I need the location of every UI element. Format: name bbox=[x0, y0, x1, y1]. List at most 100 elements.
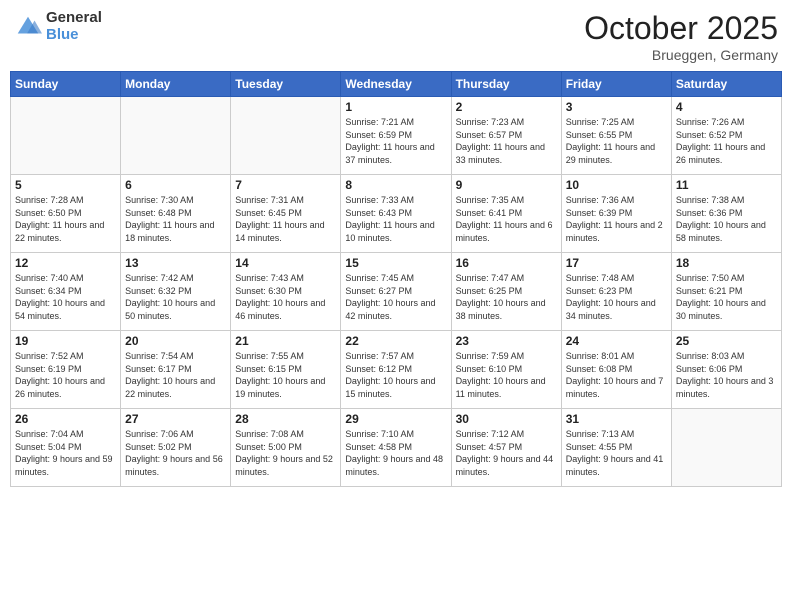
day-number: 6 bbox=[125, 178, 226, 192]
day-number: 7 bbox=[235, 178, 336, 192]
table-row: 14 Sunrise: 7:43 AM Sunset: 6:30 PM Dayli… bbox=[231, 253, 341, 331]
col-thursday: Thursday bbox=[451, 72, 561, 97]
table-row bbox=[671, 409, 781, 487]
table-row: 3 Sunrise: 7:25 AM Sunset: 6:55 PM Daylig… bbox=[561, 97, 671, 175]
day-info: Sunrise: 7:35 AM Sunset: 6:41 PM Dayligh… bbox=[456, 194, 557, 244]
table-row: 12Sunrise: 7:40 AM Sunset: 6:34 PM Dayli… bbox=[11, 253, 121, 331]
table-row: 20 Sunrise: 7:54 AM Sunset: 6:17 PM Dayli… bbox=[121, 331, 231, 409]
day-number: 3 bbox=[566, 100, 667, 114]
table-row bbox=[231, 97, 341, 175]
day-info: Sunrise: 7:21 AM Sunset: 6:59 PM Dayligh… bbox=[345, 116, 446, 166]
day-info: Sunrise: 7:08 AM Sunset: 5:00 PM Dayligh… bbox=[235, 428, 336, 478]
table-row: 10 Sunrise: 7:36 AM Sunset: 6:39 PM Dayli… bbox=[561, 175, 671, 253]
calendar-body: 1 Sunrise: 7:21 AM Sunset: 6:59 PM Daylig… bbox=[11, 97, 782, 487]
table-row: 22 Sunrise: 7:57 AM Sunset: 6:12 PM Dayli… bbox=[341, 331, 451, 409]
logo-blue: Blue bbox=[46, 27, 102, 44]
day-number: 28 bbox=[235, 412, 336, 426]
day-info: Sunrise: 7:13 AM Sunset: 4:55 PM Dayligh… bbox=[566, 428, 667, 478]
day-number: 24 bbox=[566, 334, 667, 348]
day-number: 20 bbox=[125, 334, 226, 348]
day-number: 26 bbox=[15, 412, 116, 426]
table-row: 24Sunrise: 8:01 AM Sunset: 6:08 PM Dayli… bbox=[561, 331, 671, 409]
day-info: Sunrise: 7:47 AM Sunset: 6:25 PM Dayligh… bbox=[456, 272, 557, 322]
table-row: 31 Sunrise: 7:13 AM Sunset: 4:55 PM Dayli… bbox=[561, 409, 671, 487]
day-number: 1 bbox=[345, 100, 446, 114]
col-friday: Friday bbox=[561, 72, 671, 97]
calendar-week-2: 5 Sunrise: 7:28 AM Sunset: 6:50 PM Daylig… bbox=[11, 175, 782, 253]
logo-icon bbox=[14, 13, 42, 41]
day-info: Sunrise: 7:04 AM Sunset: 5:04 PM Dayligh… bbox=[15, 428, 116, 478]
day-number: 29 bbox=[345, 412, 446, 426]
col-tuesday: Tuesday bbox=[231, 72, 341, 97]
col-wednesday: Wednesday bbox=[341, 72, 451, 97]
day-number: 19 bbox=[15, 334, 116, 348]
table-row: 23Sunrise: 7:59 AM Sunset: 6:10 PM Dayli… bbox=[451, 331, 561, 409]
table-row bbox=[11, 97, 121, 175]
page-header: General Blue October 2025 Brueggen, Germ… bbox=[10, 10, 782, 63]
table-row: 2 Sunrise: 7:23 AM Sunset: 6:57 PM Daylig… bbox=[451, 97, 561, 175]
day-info: Sunrise: 7:33 AM Sunset: 6:43 PM Dayligh… bbox=[345, 194, 446, 244]
day-info: Sunrise: 7:54 AM Sunset: 6:17 PM Dayligh… bbox=[125, 350, 226, 400]
day-number: 14 bbox=[235, 256, 336, 270]
day-info: Sunrise: 7:25 AM Sunset: 6:55 PM Dayligh… bbox=[566, 116, 667, 166]
calendar-table: Sunday Monday Tuesday Wednesday Thursday… bbox=[10, 71, 782, 487]
table-row: 29Sunrise: 7:10 AM Sunset: 4:58 PM Dayli… bbox=[341, 409, 451, 487]
day-info: Sunrise: 7:48 AM Sunset: 6:23 PM Dayligh… bbox=[566, 272, 667, 322]
table-row: 17 Sunrise: 7:48 AM Sunset: 6:23 PM Dayli… bbox=[561, 253, 671, 331]
calendar-week-4: 19 Sunrise: 7:52 AM Sunset: 6:19 PM Dayli… bbox=[11, 331, 782, 409]
day-number: 16 bbox=[456, 256, 557, 270]
day-number: 25 bbox=[676, 334, 777, 348]
table-row: 15Sunrise: 7:45 AM Sunset: 6:27 PM Dayli… bbox=[341, 253, 451, 331]
table-row: 7 Sunrise: 7:31 AM Sunset: 6:45 PM Daylig… bbox=[231, 175, 341, 253]
calendar-week-1: 1 Sunrise: 7:21 AM Sunset: 6:59 PM Daylig… bbox=[11, 97, 782, 175]
day-info: Sunrise: 7:40 AM Sunset: 6:34 PM Dayligh… bbox=[15, 272, 116, 322]
day-info: Sunrise: 7:38 AM Sunset: 6:36 PM Dayligh… bbox=[676, 194, 777, 244]
day-info: Sunrise: 7:06 AM Sunset: 5:02 PM Dayligh… bbox=[125, 428, 226, 478]
day-info: Sunrise: 7:52 AM Sunset: 6:19 PM Dayligh… bbox=[15, 350, 116, 400]
day-info: Sunrise: 7:12 AM Sunset: 4:57 PM Dayligh… bbox=[456, 428, 557, 478]
title-area: October 2025 Brueggen, Germany bbox=[584, 10, 778, 63]
day-info: Sunrise: 7:31 AM Sunset: 6:45 PM Dayligh… bbox=[235, 194, 336, 244]
day-info: Sunrise: 7:26 AM Sunset: 6:52 PM Dayligh… bbox=[676, 116, 777, 166]
day-number: 13 bbox=[125, 256, 226, 270]
header-row: Sunday Monday Tuesday Wednesday Thursday… bbox=[11, 72, 782, 97]
table-row bbox=[121, 97, 231, 175]
table-row: 30Sunrise: 7:12 AM Sunset: 4:57 PM Dayli… bbox=[451, 409, 561, 487]
table-row: 11 Sunrise: 7:38 AM Sunset: 6:36 PM Dayli… bbox=[671, 175, 781, 253]
table-row: 18 Sunrise: 7:50 AM Sunset: 6:21 PM Dayli… bbox=[671, 253, 781, 331]
day-info: Sunrise: 7:57 AM Sunset: 6:12 PM Dayligh… bbox=[345, 350, 446, 400]
table-row: 13Sunrise: 7:42 AM Sunset: 6:32 PM Dayli… bbox=[121, 253, 231, 331]
day-info: Sunrise: 7:55 AM Sunset: 6:15 PM Dayligh… bbox=[235, 350, 336, 400]
day-number: 9 bbox=[456, 178, 557, 192]
day-number: 23 bbox=[456, 334, 557, 348]
table-row: 19 Sunrise: 7:52 AM Sunset: 6:19 PM Dayli… bbox=[11, 331, 121, 409]
col-monday: Monday bbox=[121, 72, 231, 97]
day-info: Sunrise: 7:30 AM Sunset: 6:48 PM Dayligh… bbox=[125, 194, 226, 244]
day-number: 10 bbox=[566, 178, 667, 192]
day-info: Sunrise: 7:36 AM Sunset: 6:39 PM Dayligh… bbox=[566, 194, 667, 244]
day-info: Sunrise: 7:45 AM Sunset: 6:27 PM Dayligh… bbox=[345, 272, 446, 322]
day-number: 31 bbox=[566, 412, 667, 426]
day-number: 18 bbox=[676, 256, 777, 270]
day-info: Sunrise: 7:28 AM Sunset: 6:50 PM Dayligh… bbox=[15, 194, 116, 244]
table-row: 5 Sunrise: 7:28 AM Sunset: 6:50 PM Daylig… bbox=[11, 175, 121, 253]
logo-text: General Blue bbox=[46, 10, 102, 43]
day-number: 22 bbox=[345, 334, 446, 348]
day-number: 11 bbox=[676, 178, 777, 192]
table-row: 27 Sunrise: 7:06 AM Sunset: 5:02 PM Dayli… bbox=[121, 409, 231, 487]
day-info: Sunrise: 7:23 AM Sunset: 6:57 PM Dayligh… bbox=[456, 116, 557, 166]
table-row: 25 Sunrise: 8:03 AM Sunset: 6:06 PM Dayli… bbox=[671, 331, 781, 409]
day-number: 4 bbox=[676, 100, 777, 114]
day-info: Sunrise: 7:50 AM Sunset: 6:21 PM Dayligh… bbox=[676, 272, 777, 322]
calendar-week-5: 26 Sunrise: 7:04 AM Sunset: 5:04 PM Dayli… bbox=[11, 409, 782, 487]
location: Brueggen, Germany bbox=[584, 47, 778, 63]
day-info: Sunrise: 7:43 AM Sunset: 6:30 PM Dayligh… bbox=[235, 272, 336, 322]
day-number: 17 bbox=[566, 256, 667, 270]
day-info: Sunrise: 8:03 AM Sunset: 6:06 PM Dayligh… bbox=[676, 350, 777, 400]
table-row: 8Sunrise: 7:33 AM Sunset: 6:43 PM Daylig… bbox=[341, 175, 451, 253]
col-saturday: Saturday bbox=[671, 72, 781, 97]
logo-general: General bbox=[46, 10, 102, 27]
day-number: 2 bbox=[456, 100, 557, 114]
day-number: 5 bbox=[15, 178, 116, 192]
day-number: 27 bbox=[125, 412, 226, 426]
